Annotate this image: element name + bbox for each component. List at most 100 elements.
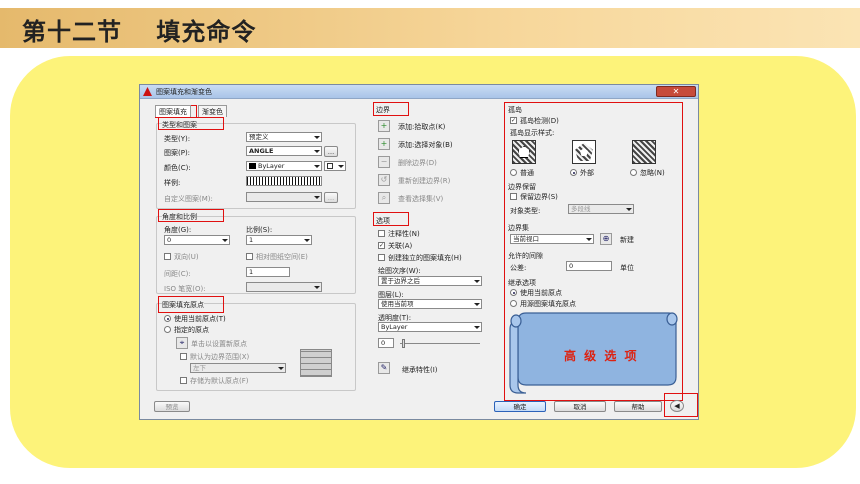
transparency-slider-track[interactable]: [400, 343, 480, 344]
boundary-set-label: 边界集: [508, 224, 529, 232]
draw-order-label: 绘图次序(W):: [378, 267, 421, 275]
island-outer-icon[interactable]: [572, 140, 596, 164]
island-normal-radio[interactable]: [510, 169, 517, 176]
pattern-browse-button[interactable]: …: [324, 146, 338, 157]
highlight-options: [373, 212, 409, 226]
transparency-slider-handle[interactable]: [402, 339, 405, 348]
remove-boundary-label[interactable]: 删除边界(D): [398, 158, 437, 168]
spacing-input[interactable]: 1: [246, 267, 290, 277]
inherit-options-label: 继承选项: [508, 279, 536, 287]
associative-label: 关联(A): [388, 242, 413, 250]
hatch-dialog: 图案填充和渐变色 ✕ 图案填充 渐变色 类型和图案 类型(Y): 预定义 图案(…: [139, 84, 699, 420]
tab-gradient[interactable]: 渐变色: [198, 105, 227, 117]
highlight-boundary: [373, 102, 409, 116]
double-label: 双向(U): [174, 253, 199, 261]
tab-hatch[interactable]: 图案填充: [155, 105, 191, 117]
custom-pattern-select[interactable]: [246, 192, 322, 202]
add-select-label[interactable]: 添加:选择对象(B): [398, 140, 453, 150]
specified-origin-radio[interactable]: [164, 326, 171, 333]
double-checkbox[interactable]: [164, 253, 171, 260]
object-type-select[interactable]: 多段线: [568, 204, 634, 214]
highlight-hatch-origin: [158, 296, 224, 313]
island-detect-label: 孤岛检测(D): [520, 117, 559, 125]
inherit-source-radio[interactable]: [510, 300, 517, 307]
associative-checkbox[interactable]: ✓: [378, 242, 385, 249]
dialog-title: 图案填充和渐变色: [156, 88, 212, 96]
close-icon[interactable]: ✕: [656, 86, 696, 97]
highlight-angle-scale: [158, 209, 224, 222]
tolerance-input[interactable]: 0: [566, 261, 612, 271]
tolerance-label: 公差:: [510, 264, 527, 272]
store-default-checkbox[interactable]: [180, 377, 187, 384]
help-button[interactable]: 帮助: [614, 401, 662, 412]
boundary-set-select[interactable]: 当前视口: [510, 234, 594, 244]
transparency-value[interactable]: 0: [378, 338, 394, 348]
relative-paper-checkbox[interactable]: [246, 253, 253, 260]
slide: 第十二节 填充命令 图案填充和渐变色 ✕ 图案填充 渐变色 类型和图案 类型(Y…: [0, 0, 860, 484]
ok-button[interactable]: 确定: [494, 401, 546, 412]
island-ignore-radio[interactable]: [630, 169, 637, 176]
slide-title: 第十二节 填充命令: [22, 18, 257, 46]
inherit-properties-label[interactable]: 继承特性(I): [402, 365, 438, 375]
highlight-type-pattern: [158, 117, 224, 130]
add-pick-label[interactable]: 添加:拾取点(K): [398, 122, 445, 132]
inherit-properties-icon[interactable]: ✎: [378, 362, 390, 374]
island-outer-label: 外部: [580, 169, 594, 177]
iso-pen-label: ISO 笔宽(O):: [164, 285, 206, 293]
use-current-origin-radio[interactable]: [164, 315, 171, 322]
type-select[interactable]: 预定义: [246, 132, 322, 142]
view-selection-label[interactable]: 查看选择集(V): [398, 194, 443, 204]
recreate-boundary-icon[interactable]: ↺: [378, 174, 390, 186]
new-boundary-set-icon[interactable]: ⊕: [600, 233, 612, 245]
transparency-select[interactable]: ByLayer: [378, 322, 482, 332]
retain-boundary-checkbox[interactable]: [510, 193, 517, 200]
background-color-select[interactable]: [324, 161, 346, 171]
pattern-sample[interactable]: [246, 176, 322, 186]
island-ignore-icon[interactable]: [632, 140, 656, 164]
set-origin-icon[interactable]: ⌖: [176, 337, 188, 349]
annotative-checkbox[interactable]: [378, 230, 385, 237]
island-outer-radio[interactable]: [570, 169, 577, 176]
island-normal-label: 普通: [520, 169, 534, 177]
remove-boundary-icon[interactable]: −: [378, 156, 390, 168]
islands-group-label: 孤岛: [508, 106, 522, 114]
origin-position-select[interactable]: 左下: [190, 363, 286, 373]
pattern-label: 图案(P):: [164, 149, 191, 157]
island-detect-checkbox[interactable]: ✓: [510, 117, 517, 124]
view-selection-icon[interactable]: ⌕: [378, 192, 390, 204]
scale-select[interactable]: 1: [246, 235, 312, 245]
inherit-current-radio[interactable]: [510, 289, 517, 296]
color-select[interactable]: ByLayer: [246, 161, 322, 171]
highlight-more-options: [664, 393, 698, 417]
object-type-label: 对象类型:: [510, 207, 541, 215]
preview-button[interactable]: 预览: [154, 401, 190, 412]
add-pick-icon[interactable]: +: [378, 120, 390, 132]
retain-group-label: 边界保留: [508, 183, 536, 191]
spacing-label: 间距(C):: [164, 270, 191, 278]
add-select-icon[interactable]: +: [378, 138, 390, 150]
sample-label: 样例:: [164, 179, 181, 187]
store-default-label: 存储为默认原点(F): [190, 377, 249, 385]
advanced-options-label: 高 级 选 项: [564, 349, 639, 363]
draw-order-select[interactable]: 置于边界之后: [378, 276, 482, 286]
scale-label: 比例(S):: [246, 226, 273, 234]
layer-select[interactable]: 使用当前项: [378, 299, 482, 309]
pattern-select[interactable]: ANGLE: [246, 146, 322, 156]
brick-preview-icon: [300, 349, 332, 377]
autocad-logo-icon: [143, 87, 152, 96]
recreate-boundary-label[interactable]: 重新创建边界(R): [398, 176, 450, 186]
inherit-source-label: 用源图案填充原点: [520, 300, 576, 308]
cancel-button[interactable]: 取消: [554, 401, 606, 412]
angle-label: 角度(G):: [164, 226, 192, 234]
new-boundary-set-label[interactable]: 新建: [620, 235, 634, 245]
dialog-titlebar: 图案填充和渐变色 ✕: [140, 85, 698, 99]
separate-hatch-label: 创建独立的图案填充(H): [388, 254, 462, 262]
separate-hatch-checkbox[interactable]: [378, 254, 385, 261]
type-label: 类型(Y):: [164, 135, 191, 143]
angle-select[interactable]: 0: [164, 235, 230, 245]
default-extent-checkbox[interactable]: [180, 353, 187, 360]
gap-group-label: 允许的间隙: [508, 252, 543, 260]
relative-paper-label: 相对图纸空间(E): [256, 253, 308, 261]
iso-pen-select[interactable]: [246, 282, 322, 292]
custom-pattern-browse-button[interactable]: …: [324, 192, 338, 203]
